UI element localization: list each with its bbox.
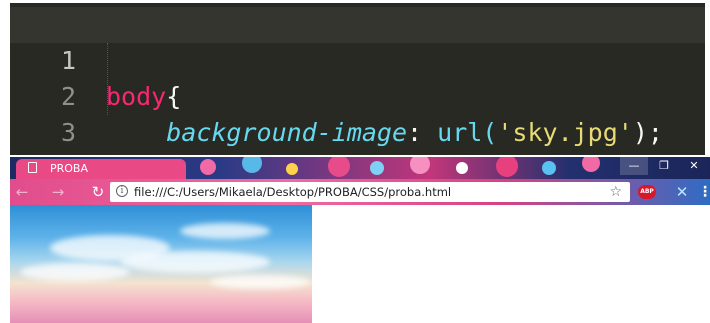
code-editor: 1 body{ 2 background-image: url('sky.jpg… (10, 3, 705, 155)
arrow-left-icon[interactable]: ← (12, 182, 32, 202)
line-number: 4 (10, 151, 76, 155)
arrow-right-icon[interactable]: → (48, 182, 68, 202)
page-viewport (10, 205, 710, 323)
browser-window: PROBA — ❐ ✕ ← → ↻ i file:///C:/Users/Mik… (10, 157, 710, 323)
sky-background-image (10, 205, 312, 323)
star-icon[interactable]: ☆ (609, 183, 622, 201)
code-line-4[interactable]: 4 } (10, 115, 705, 155)
code-line-3[interactable]: 3 background-repeat: no-repeat; (10, 79, 705, 155)
code-line-2[interactable]: 2 background-image: url('sky.jpg'); (10, 43, 705, 147)
minimize-button[interactable]: — (620, 157, 648, 175)
info-icon[interactable]: i (116, 185, 128, 197)
title-bar: PROBA — ❐ ✕ (10, 157, 710, 179)
tab-title: PROBA (50, 162, 89, 175)
page-icon (28, 162, 37, 173)
maximize-button[interactable]: ❐ (650, 157, 678, 175)
url-text[interactable]: file:///C:/Users/Mikaela/Desktop/PROBA/C… (134, 184, 451, 200)
css-value: no-repeat (452, 154, 587, 155)
reload-icon[interactable]: ↻ (88, 182, 108, 202)
code-line-1[interactable]: 1 body{ (10, 7, 705, 111)
browser-tab[interactable]: PROBA (16, 159, 186, 179)
css-property: background-repeat (166, 154, 422, 155)
bird-icon[interactable]: ✕ (673, 182, 691, 202)
abp-icon[interactable]: ABP (638, 185, 656, 199)
browser-toolbar: ← → ↻ i file:///C:/Users/Mikaela/Desktop… (10, 179, 710, 205)
menu-dots-icon[interactable]: ⋮ (698, 183, 710, 201)
semicolon: ; (588, 154, 603, 155)
colon: : (422, 154, 452, 155)
close-button[interactable]: ✕ (680, 157, 708, 175)
code-text: background-repeat: no-repeat; (106, 151, 603, 155)
address-bar[interactable]: i file:///C:/Users/Mikaela/Desktop/PROBA… (110, 182, 630, 202)
